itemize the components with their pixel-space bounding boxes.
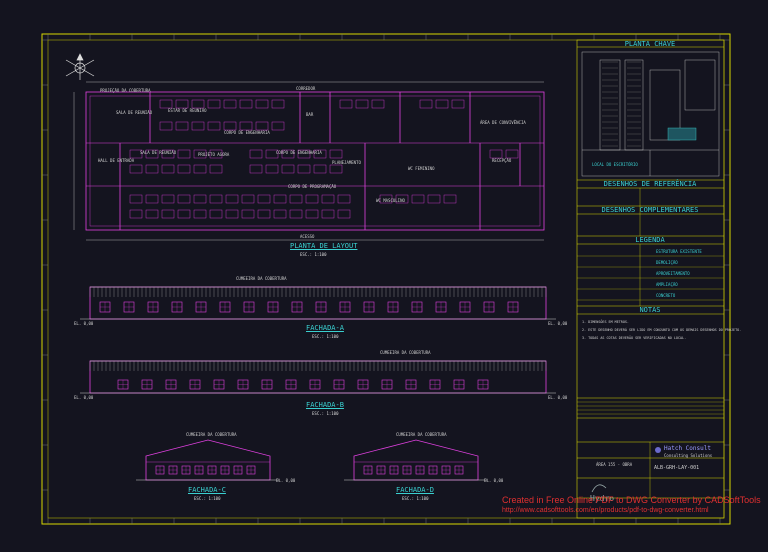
facade-a-level-right: EL. 0,00 [548,321,568,326]
drawing-code: ALB-GRH-LAY-001 [654,465,700,471]
plan-room-label: PLANEJAMENTO [332,160,361,165]
plan-room-label: CORREDOR [296,86,316,91]
facade-c-level: EL. 0,00 [276,478,296,483]
legend-item: DEMOLIÇÃO [656,260,678,265]
facade-d-title: FACHADA-D [396,486,434,494]
reference-drawings-title: DESENHOS DE REFERÊNCIA [603,180,697,188]
facade-a-level-left: EL. 0,00 [74,321,94,326]
plan-scale: ESC.: 1:100 [300,252,327,257]
plan-room-label: PROJETO AGORA [198,152,230,157]
plan-room-label: CORPO DE PROGRAMAÇÃO [288,184,337,189]
facade-b-scale: ESC.: 1:100 [312,411,339,416]
legend-item: AMPLIAÇÃO [656,282,678,287]
legend-title: LEGENDA [635,236,665,244]
company-logo-icon [655,447,661,453]
facade-b-level-left: EL. 0,00 [74,395,94,400]
legend-item: CONCRETO [656,293,676,298]
floor-plan [85,91,545,231]
facade-d-level: EL. 0,00 [484,478,504,483]
project-name: ÁREA 155 - OBRA [596,462,633,467]
facade-c-scale: ESC.: 1:100 [194,496,221,501]
plan-room-label: SALA DE REUNIÃO [140,150,177,155]
note-line: 2. ESTE DESENHO DEVERÁ SER LIDO EM CONJU… [582,328,742,332]
outer-border [41,33,731,525]
note-line: 1. DIMENSÕES EM METROS. [582,320,629,324]
plan-room-label: ESTAR DE REUNIÃO [168,108,207,113]
plan-room-label: WC FEMININO [408,166,435,171]
legend-item: ESTRUTURA EXISTENTE [656,249,702,254]
company-name: Hatch Consult [664,445,711,452]
key-plan-area-label: LOCAL DO ESCRITÓRIO [592,162,638,167]
plan-room-label: BAR [306,112,314,117]
facade-d-scale: ESC.: 1:100 [402,496,429,501]
converter-watermark-link[interactable]: http://www.cadsofttools.com/en/products/… [502,507,709,514]
plan-room-label: CORPO DE ENGENHARIA [224,130,270,135]
plan-room-label: SALA DE REUNIÃO [116,110,153,115]
facade-b-title: FACHADA-B [306,401,344,409]
legend-item: APROVEITAMENTO [656,271,690,276]
plan-room-label: ACESSO [300,234,315,239]
side-ruler [42,39,730,491]
plan-room-label: WC MASCULINO [376,198,405,203]
note-line: 3. TODAS AS COTAS DEVERÃO SER VERIFICADA… [582,336,687,340]
plan-room-label: CORPO DE ENGENHARIA [276,150,322,155]
facade-c-note: CUMEEIRA DA COBERTURA [186,432,237,437]
key-plan-detail [602,61,641,147]
converter-watermark-line1: Created in Free Online PDF to DWG Conver… [502,495,761,505]
facade-a-drawing [80,286,556,320]
facade-a-scale: ESC.: 1:100 [312,334,339,339]
facade-c-drawing [136,439,280,481]
facade-c-title: FACHADA-C [188,486,226,494]
workstation-desks [129,99,519,219]
complementary-drawings-title: DESENHOS COMPLEMENTARES [601,206,699,214]
facade-b-drawing [80,360,556,394]
north-arrow-icon [65,53,95,80]
plan-room-label: PROJEÇÃO DA COBERTURA [100,88,151,93]
facade-d-drawing [344,439,488,481]
company-subtitle: Consulting Solutions [664,453,713,458]
client-logo-icon [591,484,607,493]
legend-rows [577,255,724,301]
cad-drawing-sheet [41,33,731,525]
plan-dimension-lines [73,81,544,241]
facade-a-title: FACHADA-A [306,324,344,332]
facade-a-note: CUMEEIRA DA COBERTURA [236,276,287,281]
plan-room-label: ÁREA DE CONVIVÊNCIA [480,120,526,125]
facade-d-note: CUMEEIRA DA COBERTURA [396,432,447,437]
revision-table [577,401,724,415]
key-plan-drawing [581,51,720,177]
key-plan-title: PLANTA CHAVE [624,40,676,48]
notes-title: NOTAS [639,306,661,314]
facade-b-level-right: EL. 0,00 [548,395,568,400]
plan-room-label: RECEPÇÃO [492,158,512,163]
facade-b-note: CUMEEIRA DA COBERTURA [380,350,431,355]
plan-room-label: HALL DE ENTRADA [98,158,135,163]
plan-title: PLANTA DE LAYOUT [290,242,358,250]
